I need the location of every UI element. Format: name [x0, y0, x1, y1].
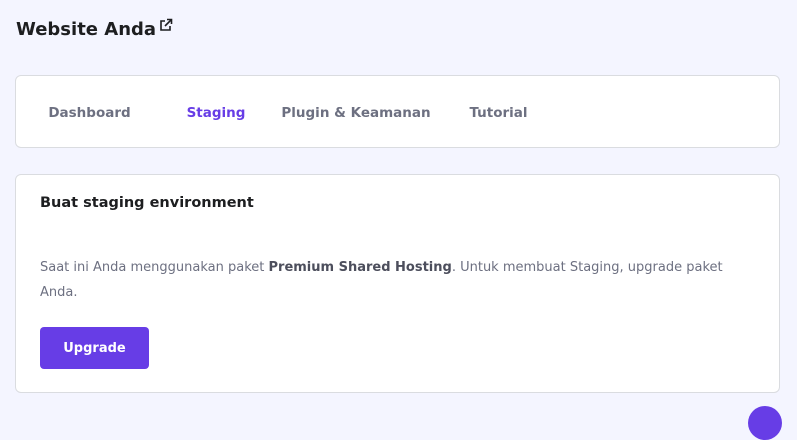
- upgrade-button[interactable]: Upgrade: [40, 327, 149, 369]
- tab-staging[interactable]: Staging: [166, 76, 266, 147]
- chat-widget-button[interactable]: [748, 406, 782, 440]
- tab-plugin-keamanan[interactable]: Plugin & Keamanan: [276, 76, 436, 147]
- tabs-bar: Dashboard Staging Plugin & Keamanan Tuto…: [15, 75, 780, 148]
- tab-tutorial[interactable]: Tutorial: [456, 76, 541, 147]
- description-text-before: Saat ini Anda menggunakan paket: [40, 260, 269, 275]
- card-description: Saat ini Anda menggunakan paket Premium …: [40, 255, 740, 305]
- page-title-text: Website Anda: [16, 19, 157, 40]
- page-title: Website Anda: [16, 16, 173, 44]
- card-title: Buat staging environment: [40, 195, 254, 211]
- tab-dashboard[interactable]: Dashboard: [41, 76, 138, 147]
- plan-name: Premium Shared Hosting: [268, 260, 452, 275]
- external-link-icon[interactable]: [159, 18, 173, 32]
- staging-card: Buat staging environment Saat ini Anda m…: [15, 174, 780, 393]
